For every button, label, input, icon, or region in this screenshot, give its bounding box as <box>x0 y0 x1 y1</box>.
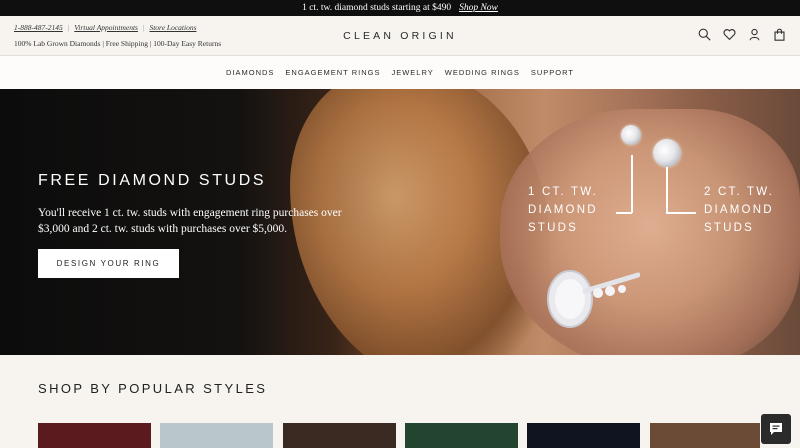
user-icon[interactable] <box>748 28 761 41</box>
style-tile[interactable] <box>38 423 151 448</box>
style-tile[interactable] <box>160 423 273 448</box>
design-your-ring-button[interactable]: DESIGN YOUR RING <box>38 249 179 278</box>
style-tile[interactable] <box>527 423 640 448</box>
stud-small-image <box>621 125 641 145</box>
callout-1ct: 1 CT. TW. DIAMOND STUDS <box>528 186 599 234</box>
callout-line <box>616 212 632 214</box>
ring-image <box>547 270 640 328</box>
hero-body: You'll receive 1 ct. tw. studs with enga… <box>38 207 342 235</box>
site-header: 1-888-487-2145 | Virtual Appointments | … <box>0 16 800 56</box>
heart-icon[interactable] <box>723 28 736 41</box>
chat-button[interactable] <box>761 414 791 444</box>
promo-bar: 1 ct. tw. diamond studs starting at $490… <box>0 0 800 16</box>
callout-2ct: 2 CT. TW. DIAMOND STUDS <box>704 186 775 234</box>
style-tile[interactable] <box>283 423 396 448</box>
bag-icon[interactable] <box>773 28 786 41</box>
hero-title: FREE DIAMOND STUDS <box>38 172 267 189</box>
nav-item-engagement-rings[interactable]: ENGAGEMENT RINGS <box>285 68 380 77</box>
callout-line <box>666 167 668 213</box>
style-tile[interactable] <box>405 423 518 448</box>
promo-text: 1 ct. tw. diamond studs starting at $490 <box>302 3 452 13</box>
shop-now-link[interactable]: Shop Now <box>459 3 498 13</box>
search-icon[interactable] <box>698 28 711 41</box>
nav-item-wedding-rings[interactable]: WEDDING RINGS <box>445 68 520 77</box>
header-icons <box>698 28 786 41</box>
nav-item-support[interactable]: SUPPORT <box>531 68 574 77</box>
style-tile[interactable] <box>650 423 760 448</box>
main-nav: DIAMONDS ENGAGEMENT RINGS JEWELRY WEDDIN… <box>0 56 800 89</box>
callout-line <box>631 155 633 213</box>
logo[interactable]: CLEAN ORIGIN <box>0 30 800 42</box>
section-title: SHOP BY POPULAR STYLES <box>38 381 268 396</box>
nav-item-diamonds[interactable]: DIAMONDS <box>226 68 274 77</box>
callout-line <box>666 212 696 214</box>
stud-large-image <box>653 139 681 167</box>
chat-icon <box>770 423 782 435</box>
nav-item-jewelry[interactable]: JEWELRY <box>391 68 433 77</box>
